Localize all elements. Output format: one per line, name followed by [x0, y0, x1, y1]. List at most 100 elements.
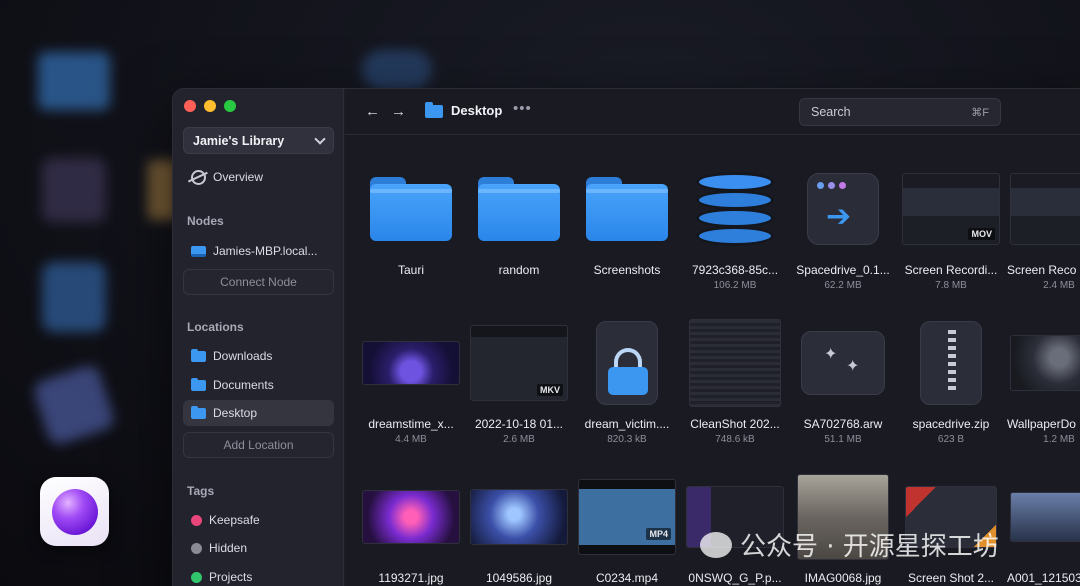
file-size: 748.6 kB — [715, 434, 755, 445]
sidebar-item-tag-projects[interactable]: Projects — [183, 564, 334, 586]
locations-heading: Locations — [187, 320, 244, 334]
arrow-right-icon[interactable]: → — [391, 103, 406, 120]
file-name: Screen Recordi... — [904, 263, 998, 277]
file-item[interactable]: spacedrive.zip 623 B — [899, 313, 1003, 445]
tag-dot-icon — [191, 542, 202, 554]
wechat-icon — [700, 531, 732, 558]
file-item[interactable]: dream_victim.... 820.3 kB — [575, 313, 679, 445]
sidebar-item-downloads[interactable]: Downloads — [183, 343, 334, 369]
sidebar-item-desktop[interactable]: Desktop — [183, 400, 334, 426]
toolbar: ← → Desktop ••• Search ⌘F — [345, 89, 1080, 135]
file-name: Screen Reco — [1007, 263, 1077, 277]
image-thumbnail — [470, 489, 568, 545]
file-item[interactable]: dreamstime_x... 4.4 MB — [359, 313, 463, 445]
library-label: Jamie's Library — [193, 133, 285, 148]
search-input[interactable]: Search ⌘F — [799, 98, 1001, 126]
sidebar: Jamie's Library Overview Nodes Jamies-MB… — [173, 89, 344, 586]
planet-icon — [191, 169, 206, 185]
sidebar-item-node[interactable]: Jamies-MBP.local... — [183, 238, 334, 264]
folder-icon — [191, 405, 206, 419]
image-thumbnail — [1010, 492, 1080, 542]
raw-image-icon: ✦ ✦ — [801, 331, 885, 395]
zoom-window-button[interactable] — [224, 100, 236, 112]
video-thumbnail: MOV — [902, 173, 1000, 245]
file-item[interactable]: MKV 2022-10-18 01... 2.6 MB — [467, 313, 571, 445]
file-item[interactable]: MOV Screen Recordi... 7.8 MB — [899, 159, 1003, 291]
folder-icon — [425, 102, 443, 118]
file-item[interactable]: CleanShot 202... 748.6 kB — [683, 313, 787, 445]
chevron-down-icon — [314, 132, 326, 145]
close-window-button[interactable] — [184, 100, 196, 112]
file-item[interactable]: ✦ ✦ SA702768.arw 51.1 MB — [791, 313, 895, 445]
screenshot-thumbnail — [689, 319, 781, 407]
lock-icon — [596, 321, 658, 405]
image-thumbnail — [362, 490, 460, 544]
file-item[interactable]: Screen Reco 2.4 MB — [1007, 159, 1080, 291]
sidebar-item-overview[interactable]: Overview — [183, 164, 334, 190]
file-item[interactable]: 1049586.jpg — [467, 467, 571, 585]
file-type-badge: MKV — [537, 384, 563, 396]
file-name: CleanShot 202... — [690, 417, 780, 431]
file-name: 1049586.jpg — [485, 571, 553, 585]
more-options-icon[interactable]: ••• — [513, 100, 532, 117]
minimize-window-button[interactable] — [204, 100, 216, 112]
laptop-icon — [191, 245, 206, 257]
sidebar-item-label: Projects — [209, 570, 253, 584]
nodes-heading: Nodes — [187, 214, 224, 228]
sidebar-item-tag-keepsafe[interactable]: Keepsafe — [183, 507, 334, 533]
current-location: Desktop — [451, 103, 503, 118]
file-size: 51.1 MB — [824, 434, 862, 445]
sidebar-item-label: Desktop — [213, 406, 258, 420]
file-item[interactable]: random — [467, 159, 571, 277]
folder-icon — [191, 348, 206, 362]
sidebar-item-label: Overview — [213, 170, 264, 184]
watermark: 公众号 · 开源星探工坊 — [700, 526, 999, 563]
file-name: spacedrive.zip — [912, 417, 990, 431]
file-name: 7923c368-85c... — [691, 263, 779, 277]
file-name: C0234.mp4 — [595, 571, 659, 585]
file-size: 1.2 MB — [1043, 434, 1075, 445]
spacedrive-app-icon[interactable] — [40, 477, 109, 546]
add-location-button[interactable]: Add Location — [183, 432, 334, 458]
library-selector[interactable]: Jamie's Library — [183, 127, 334, 154]
video-thumbnail: MP4 — [578, 479, 676, 555]
breadcrumb[interactable]: Desktop — [425, 102, 503, 118]
file-type-badge: MP4 — [646, 528, 671, 540]
file-item[interactable]: MP4 C0234.mp4 — [575, 467, 679, 585]
file-item[interactable]: Screenshots — [575, 159, 679, 277]
window-controls — [184, 100, 236, 112]
file-size: 4.4 MB — [395, 434, 427, 445]
file-item[interactable]: WallpaperDo 1.2 MB — [1007, 313, 1080, 445]
sidebar-item-documents[interactable]: Documents — [183, 372, 334, 398]
app-window: Jamie's Library Overview Nodes Jamies-MB… — [172, 88, 1080, 586]
file-item[interactable]: Tauri — [359, 159, 463, 277]
sidebar-item-tag-hidden[interactable]: Hidden — [183, 535, 334, 561]
file-item[interactable]: 1193271.jpg — [359, 467, 463, 585]
file-size: 2.6 MB — [503, 434, 535, 445]
video-thumbnail: MKV — [470, 325, 568, 401]
file-size: 106.2 MB — [713, 280, 757, 291]
explorer-main: ← → Desktop ••• Search ⌘F Tauri random S… — [345, 89, 1080, 586]
folder-icon — [586, 177, 668, 241]
watermark-text: 公众号 · 开源星探工坊 — [740, 532, 999, 562]
file-size: 2.4 MB — [1043, 280, 1075, 291]
sidebar-item-label: Documents — [213, 378, 274, 392]
file-item[interactable]: A001_121503 — [1007, 467, 1080, 585]
connect-node-button[interactable]: Connect Node — [183, 269, 334, 295]
sidebar-item-label: Jamies-MBP.local... — [213, 244, 318, 258]
file-name: 0NSWQ_G_P.p... — [688, 571, 782, 585]
tags-heading: Tags — [187, 484, 215, 498]
file-item[interactable]: ➔ Spacedrive_0.1... 62.2 MB — [791, 159, 895, 291]
file-name: Screenshots — [593, 263, 661, 277]
tag-dot-icon — [191, 571, 202, 583]
image-thumbnail — [1010, 335, 1080, 391]
file-type-badge: MOV — [968, 228, 995, 240]
arrow-left-icon[interactable]: ← — [365, 103, 380, 120]
file-name: 2022-10-18 01... — [474, 417, 564, 431]
folder-icon — [191, 377, 206, 391]
file-name: dreamstime_x... — [368, 417, 454, 431]
search-placeholder: Search — [811, 105, 851, 119]
file-name: Tauri — [397, 263, 424, 277]
tag-dot-icon — [191, 514, 202, 526]
file-item[interactable]: 7923c368-85c... 106.2 MB — [683, 159, 787, 291]
